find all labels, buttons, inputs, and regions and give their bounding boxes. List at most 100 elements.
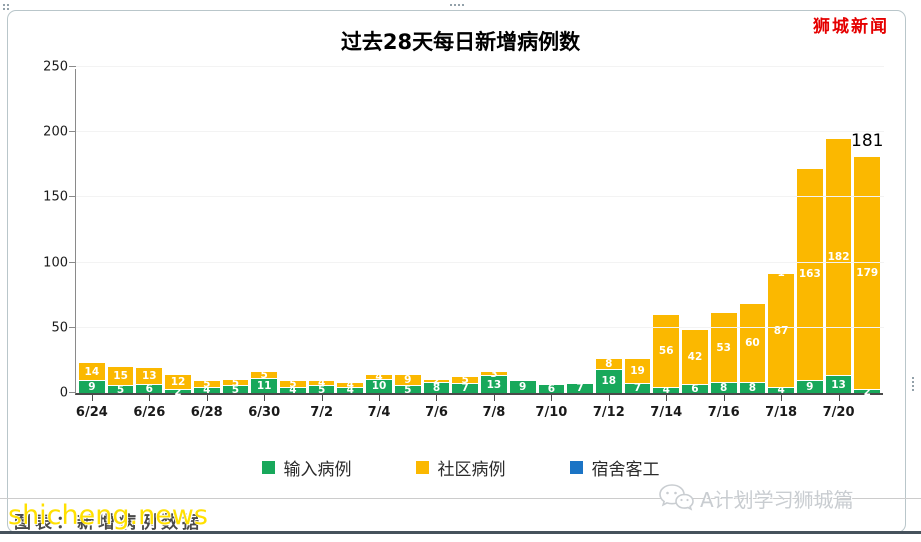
bar-value-label: 53 (716, 341, 731, 354)
bar-value-label: 13 (831, 378, 846, 391)
bar-segment: 13 (825, 376, 852, 393)
bar-7/8: 13 3 7/8 (481, 368, 507, 420)
bar-segment: 9 (796, 381, 823, 393)
bar-segment: 56 (653, 314, 680, 388)
bar-7/7: 75 (452, 373, 479, 393)
bar-value-label: 6 (547, 382, 556, 395)
x-axis-tick (781, 395, 783, 401)
bar-value-label: 6 (691, 382, 699, 395)
bar-segment: 179 (854, 157, 881, 391)
y-axis-label: 100 (43, 255, 68, 271)
bar-segment: 18 (595, 369, 622, 393)
chart-legend: 输入病例 社区病例 宿舍客工 (0, 455, 921, 480)
bar-7/5: 59 (394, 373, 421, 394)
x-axis-label: 7/20 (822, 405, 855, 420)
bar-6/28: 4 5 6/28 (191, 377, 223, 420)
bar-7/15: 6 42 (682, 330, 708, 395)
y-axis-label: 150 (43, 189, 68, 205)
bar-6/24: 9 14 6/24 (76, 363, 108, 420)
x-axis-tick (264, 395, 266, 401)
bar-value-label: 42 (687, 351, 703, 364)
bar-segment: 8 (739, 383, 766, 393)
bar-7/13: 7 19 (624, 359, 651, 395)
bar-7/19: 9 163 (796, 168, 823, 393)
bar-value-label: 9 (404, 373, 412, 386)
x-axis-label: 6/28 (190, 405, 223, 420)
bar-segment: 13 (136, 368, 163, 386)
x-axis-tick (608, 395, 610, 401)
legend-item: 社区病例 (415, 455, 506, 480)
bar-7/1: 45 (280, 377, 306, 395)
bar-value-label: 15 (113, 369, 128, 382)
x-axis-tick (206, 395, 208, 401)
bar-segment: 9 (79, 381, 105, 393)
x-axis-tick (91, 395, 93, 401)
x-axis-label: 7/4 (367, 405, 391, 420)
bar-value-label: 56 (658, 344, 674, 357)
x-axis-tick (723, 395, 725, 401)
bar-segment: 163 (796, 168, 823, 382)
bar-7/4: 10 4 7/4 (366, 370, 392, 420)
y-axis-tick (69, 261, 76, 263)
bar-value-label: 4 (317, 377, 326, 390)
bar-value-label: 13 (141, 369, 157, 382)
y-axis-label: 200 (43, 124, 68, 140)
bar-segment: 5 (394, 384, 421, 394)
bar-segment: 5 (280, 377, 306, 390)
bar-segment: 7 (624, 382, 651, 395)
bar-value-label: 5 (203, 377, 211, 390)
bar-value-label: 6 (145, 382, 153, 395)
bar-value-label: 8 (720, 381, 728, 394)
legend-label: 输入病例 (283, 460, 352, 480)
bar-segment: 5 (222, 377, 249, 387)
bar-6/27: 2 12 (165, 374, 191, 396)
bar-segment: 8 (710, 381, 737, 394)
x-axis-tick (379, 395, 381, 401)
bar-segment: 53 (710, 313, 737, 383)
bar-value-label: 9 (88, 380, 96, 393)
selection-handle-top-left[interactable] (3, 4, 9, 10)
legend-swatch (415, 461, 429, 474)
selection-handle-top-middle[interactable] (450, 4, 464, 6)
bar-6/30: 11 5 6/30 (248, 370, 280, 420)
bar-7/3: 44 (337, 379, 364, 395)
x-axis-label: 7/12 (592, 405, 625, 420)
bar-value-label: 3 (490, 367, 498, 380)
x-axis-label: 7/2 (310, 405, 334, 420)
bar-value-label: 4 (346, 378, 354, 391)
y-axis-tick (69, 392, 76, 393)
bar-value-label: 5 (461, 373, 469, 386)
bar-6/26: 6 13 6/26 (133, 368, 165, 420)
gridline (76, 196, 884, 198)
bar-segment: 7 (567, 383, 593, 393)
bar-segment: 2 (854, 386, 881, 396)
bar-segment: 15 (107, 366, 134, 387)
bar-value-label: 2 (432, 374, 441, 387)
x-axis-label: 7/16 (707, 405, 740, 420)
wechat-icon (658, 483, 694, 513)
y-axis-label: 50 (51, 320, 68, 336)
bar-6/25: 5 15 (107, 366, 134, 394)
gridline (76, 131, 884, 133)
bar-segment: 5 (452, 373, 479, 386)
y-axis-tick (69, 131, 76, 133)
bar-6/29: 55 (222, 377, 249, 394)
x-axis-label: 7/6 (425, 405, 448, 420)
bar-segment: 2 (423, 376, 450, 386)
bar-value-label: 4 (375, 370, 383, 383)
bar-segment: 8 (595, 359, 622, 370)
bar-7/10: 6 7/10 (535, 382, 567, 420)
x-axis-tick (838, 395, 840, 401)
bar-7/21: 2 179 181 (851, 131, 883, 396)
bars-container: 9 14 6/24 5 15 6 13 6/26 2 12 4 5 6/28 5 5 11 5 6/30 4 5 5 4 7… (76, 69, 884, 420)
x-axis-tick (321, 395, 323, 401)
bar-value-label: 5 (289, 377, 297, 390)
bar-value-label: 14 (84, 365, 100, 378)
data-label-annotation: 181 (851, 130, 884, 151)
x-axis-tick (666, 395, 668, 401)
bar-value-label: 7 (633, 382, 642, 395)
x-axis-label: 7/14 (650, 405, 683, 420)
bar-segment: 60 (739, 304, 766, 383)
selection-handle-right-middle[interactable] (912, 377, 914, 391)
x-axis-tick (551, 395, 553, 401)
